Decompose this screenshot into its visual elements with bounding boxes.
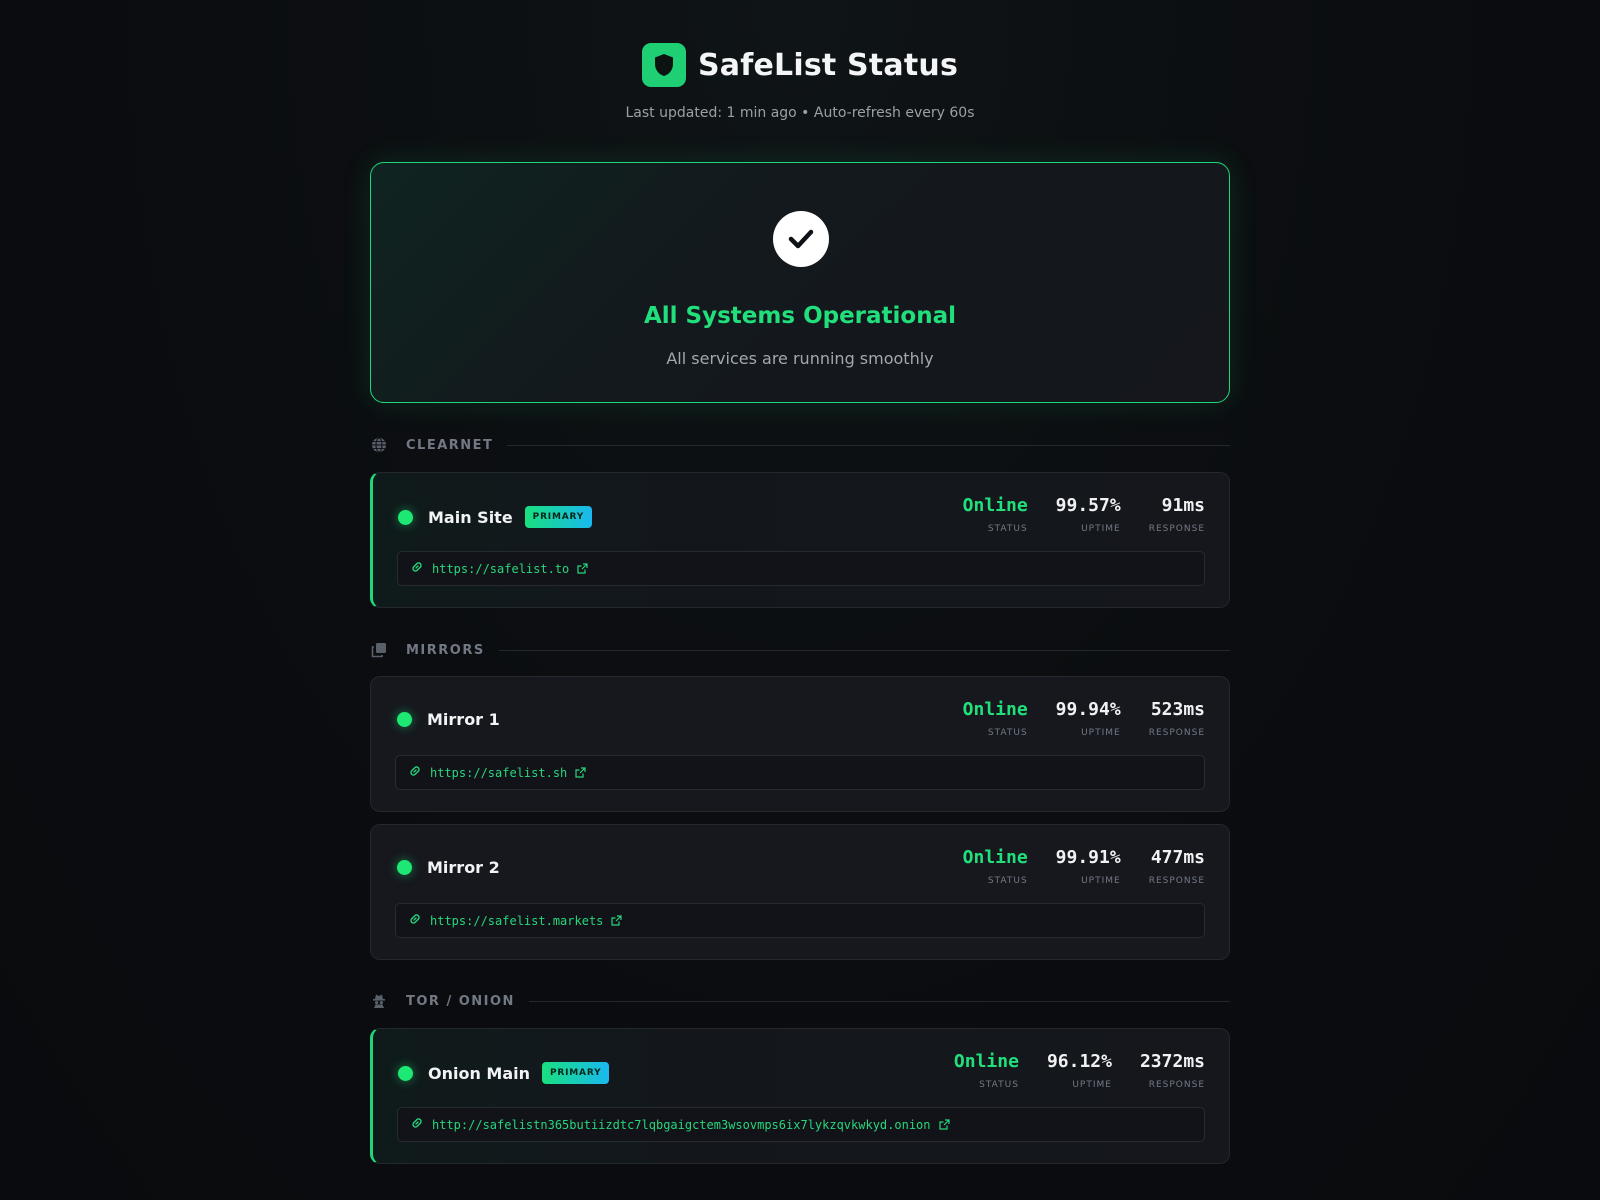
status-value: Online [953, 1051, 1019, 1072]
globe-icon [370, 436, 388, 454]
metric-uptime: 99.91% UPTIME [1056, 847, 1121, 886]
response-value: 2372ms [1139, 1051, 1205, 1072]
divider [507, 444, 1230, 446]
metric-response: 91ms RESPONSE [1149, 495, 1205, 534]
status-label: STATUS [987, 728, 1028, 738]
service-header: Onion Main PRIMARY [398, 1062, 610, 1084]
response-value: 523ms [1150, 699, 1205, 720]
service-name: Mirror 2 [427, 858, 500, 877]
copy-icon [370, 641, 388, 659]
service-header: Main Site PRIMARY [398, 506, 593, 528]
external-link-icon[interactable] [938, 1119, 950, 1130]
section-tor-onion: TOR / ONION [370, 991, 1230, 1011]
status-label: STATUS [987, 524, 1028, 534]
metric-response: 523ms RESPONSE [1149, 699, 1205, 738]
status-value: Online [962, 495, 1028, 516]
service-url[interactable]: https://safelist.to [432, 562, 569, 576]
service-card-onion-main: Onion Main PRIMARY Online STATUS 96.12% … [370, 1028, 1230, 1164]
service-url[interactable]: http://safelistn365butiizdtc7lqbgaigctem… [432, 1118, 931, 1132]
shield-icon [641, 43, 686, 87]
status-dot [398, 1065, 413, 1081]
uptime-label: UPTIME [1081, 876, 1121, 886]
service-card-mirror-2: Mirror 2 Online STATUS 99.91% UPTIME 477… [370, 824, 1230, 960]
metric-response: 2372ms RESPONSE [1140, 1051, 1205, 1090]
status-dot [397, 712, 412, 727]
check-icon [773, 211, 829, 267]
response-label: RESPONSE [1148, 524, 1205, 534]
service-url-link[interactable]: https://safelist.sh [395, 755, 1205, 790]
uptime-label: UPTIME [1081, 728, 1121, 738]
metric-status: Online STATUS [963, 847, 1028, 886]
metric-uptime: 99.57% UPTIME [1056, 495, 1121, 534]
service-metrics: Online STATUS 96.12% UPTIME 2372ms RESPO… [954, 1051, 1205, 1090]
brand: SafeList Status [641, 43, 959, 87]
page-title: SafeList Status [697, 47, 959, 83]
service-card-mirror-1: Mirror 1 Online STATUS 99.94% UPTIME 523… [370, 676, 1230, 812]
service-url[interactable]: https://safelist.markets [430, 914, 603, 928]
metric-uptime: 99.94% UPTIME [1056, 699, 1121, 738]
link-icon [410, 559, 424, 578]
uptime-label: UPTIME [1081, 524, 1121, 534]
last-updated-text: Last updated: 1 min ago • Auto-refresh e… [625, 105, 975, 121]
service-header: Mirror 1 [397, 710, 500, 729]
divider [528, 1000, 1230, 1002]
spy-icon [370, 992, 388, 1010]
response-label: RESPONSE [1148, 1080, 1205, 1090]
metric-status: Online STATUS [954, 1051, 1019, 1090]
status-dot [398, 509, 413, 525]
overall-status-subtitle: All services are running smoothly [666, 349, 934, 368]
service-metrics: Online STATUS 99.57% UPTIME 91ms RESPONS… [963, 495, 1205, 534]
status-page: SafeList Status Last updated: 1 min ago … [0, 0, 1600, 1200]
service-metrics: Online STATUS 99.91% UPTIME 477ms RESPON… [963, 847, 1205, 886]
response-value: 91ms [1161, 495, 1205, 516]
service-metrics: Online STATUS 99.94% UPTIME 523ms RESPON… [963, 699, 1205, 738]
service-header: Mirror 2 [397, 858, 500, 877]
status-label: STATUS [979, 1080, 1019, 1090]
service-name: Mirror 1 [427, 710, 500, 729]
link-icon [410, 1115, 424, 1134]
section-label: TOR / ONION [406, 993, 515, 1009]
section-label: MIRRORS [406, 642, 485, 658]
status-dot [397, 860, 412, 875]
link-icon [408, 763, 422, 782]
service-card-main-site: Main Site PRIMARY Online STATUS 99.57% U… [370, 472, 1230, 608]
page-header: SafeList Status Last updated: 1 min ago … [0, 43, 1600, 121]
link-icon [408, 911, 422, 930]
metric-status: Online STATUS [963, 495, 1028, 534]
overall-status-title: All Systems Operational [643, 303, 957, 329]
status-value: Online [962, 699, 1028, 720]
status-value: Online [962, 847, 1028, 868]
response-label: RESPONSE [1148, 876, 1205, 886]
uptime-value: 96.12% [1046, 1051, 1112, 1072]
section-label: CLEARNET [406, 437, 494, 453]
service-url-link[interactable]: http://safelistn365butiizdtc7lqbgaigctem… [397, 1107, 1205, 1142]
section-clearnet: CLEARNET [370, 435, 1230, 455]
metric-uptime: 96.12% UPTIME [1047, 1051, 1112, 1090]
service-name: Main Site [428, 507, 513, 527]
external-link-icon[interactable] [611, 915, 622, 926]
service-name: Onion Main [428, 1063, 531, 1083]
service-url-link[interactable]: https://safelist.to [397, 551, 1205, 586]
metric-status: Online STATUS [963, 699, 1028, 738]
uptime-value: 99.57% [1055, 495, 1121, 516]
external-link-icon[interactable] [575, 767, 586, 778]
divider [498, 649, 1230, 651]
metric-response: 477ms RESPONSE [1149, 847, 1205, 886]
service-url-link[interactable]: https://safelist.markets [395, 903, 1205, 938]
status-label: STATUS [987, 876, 1028, 886]
response-label: RESPONSE [1148, 728, 1205, 738]
uptime-value: 99.94% [1055, 699, 1121, 720]
overall-status-card: All Systems Operational All services are… [370, 162, 1230, 403]
response-value: 477ms [1150, 847, 1205, 868]
service-url[interactable]: https://safelist.sh [430, 766, 567, 780]
uptime-value: 99.91% [1055, 847, 1121, 868]
primary-badge: PRIMARY [524, 506, 593, 528]
section-mirrors: MIRRORS [370, 640, 1230, 660]
primary-badge: PRIMARY [542, 1062, 610, 1084]
external-link-icon[interactable] [577, 563, 588, 574]
uptime-label: UPTIME [1072, 1080, 1112, 1090]
